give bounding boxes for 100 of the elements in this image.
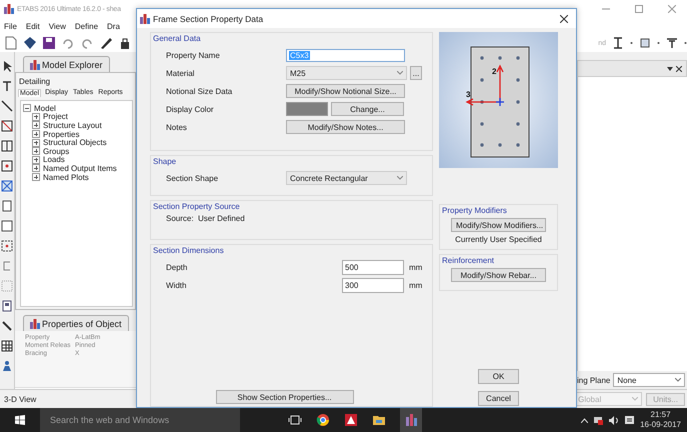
modifiers-status: Currently User Specified [455,235,542,244]
expand-icon[interactable] [32,112,40,121]
panel-tab[interactable]: Properties of Object [23,315,129,331]
dimension-field[interactable]: 500 [342,260,404,274]
tree-item[interactable]: Model [34,104,56,113]
menu-item[interactable]: File [4,22,17,30]
panel-tab[interactable]: Model Explorer [23,56,110,72]
dotted-square-icon[interactable] [1,240,13,252]
menu-item[interactable]: Edit [26,22,40,30]
square-icon[interactable] [1,220,13,232]
panel-icon[interactable] [1,300,13,312]
speaker-icon[interactable] [609,416,620,424]
app-logo-icon [30,60,40,70]
unit-label: mm [409,262,422,272]
i-beam-icon[interactable] [611,36,625,50]
network-icon[interactable] [594,416,604,424]
section-shape-dropdown[interactable]: Concrete Rectangular [286,171,407,185]
line-icon[interactable] [1,100,13,112]
triangle-app-icon[interactable] [344,413,358,427]
notification-icon[interactable] [625,416,634,424]
tree-item[interactable]: Properties [43,130,80,139]
group-title: Reinforcement [442,256,494,265]
expand-icon[interactable] [32,121,40,130]
browse-button[interactable]: ... [410,66,422,80]
source-text: Source: User Defined [165,214,246,225]
pencil-icon[interactable] [99,36,113,50]
grid-icon[interactable] [1,340,13,352]
menu-item[interactable]: Define [74,22,98,30]
tree-item[interactable]: Structural Objects [43,138,107,148]
square-icon[interactable] [638,36,652,50]
change-button[interactable]: Change... [331,102,404,116]
save-icon[interactable] [42,36,56,50]
expand-icon[interactable] [32,130,40,138]
menu-item[interactable]: View [48,22,66,30]
frame-icon[interactable] [1,140,13,152]
field-label: Width [165,280,188,290]
tree-item[interactable]: Groups [43,146,70,156]
diagonal-line-icon[interactable] [1,320,13,332]
axis-label: 2 [492,67,496,76]
folder-icon[interactable] [372,413,386,427]
expand-icon[interactable] [32,147,40,156]
section-label: Detailing [18,76,52,88]
field-label: Section Shape [165,174,220,182]
app-logo-icon [4,4,14,14]
group-title: General Data [153,34,201,43]
field-label: Property Name [165,50,221,60]
modify-rebar-button[interactable]: Modify/Show Rebar... [451,268,546,282]
chevron-up-icon[interactable] [581,418,588,422]
person-icon[interactable] [1,360,13,372]
view-label: 3-D View [4,394,36,404]
group-title: Property Modifiers [442,206,507,215]
ok-button[interactable]: OK [478,369,519,384]
modify-button[interactable]: Modify/Show Notional Size... [286,84,405,98]
browser-icon[interactable] [316,413,330,427]
dialog-title: Frame Section Property Data [153,14,264,24]
close-icon[interactable] [676,66,682,72]
unit-label: mm [409,280,422,290]
field-label: Notes [165,122,188,132]
app-logo-icon [30,318,40,328]
expand-icon[interactable] [32,164,40,172]
diagonal-frame-icon[interactable] [1,120,13,132]
bracket-icon[interactable] [1,260,13,272]
cancel-button[interactable]: Cancel [478,391,519,406]
modify-modifiers-button[interactable]: Modify/Show Modifiers... [451,218,546,232]
caret-down-icon[interactable] [667,66,673,72]
field-label: Notional Size Data [165,86,234,96]
show-section-properties-button[interactable]: Show Section Properties... [216,390,354,404]
material-dropdown[interactable]: M25 [286,66,407,80]
field-label: Depth [165,262,188,272]
plane-dropdown[interactable]: None [613,373,685,387]
field-label: Material [165,68,196,78]
tree-item[interactable]: Structure Layout [43,120,102,130]
chevron-down-icon [397,176,403,180]
tree-item[interactable]: Named Output Items [43,164,117,173]
windows-logo-icon [15,415,25,425]
search-field[interactable]: Search the web and Windows [40,408,240,432]
clock[interactable]: 21:57 16-09-2017 [640,410,681,430]
group-title: Section Property Source [153,202,240,211]
x-brace-icon[interactable] [1,180,13,192]
tree-item[interactable]: Loads [43,155,65,164]
plane-label: ing Plane [577,376,610,384]
new-file-icon[interactable] [4,36,18,50]
expand-icon[interactable] [32,138,40,147]
pointer-icon[interactable] [1,60,13,72]
tree-item[interactable]: Project [43,112,68,122]
modify-button[interactable]: Modify/Show Notes... [286,120,405,134]
tree-item[interactable]: Named Plots [43,172,89,182]
dotted-frame-icon[interactable] [1,280,13,292]
chevron-down-icon [675,378,681,382]
dimension-field[interactable]: 300 [342,278,404,292]
collapse-icon[interactable] [23,104,31,112]
menu-item[interactable]: Dra [107,22,120,30]
maximize-icon [635,5,643,13]
axis-label: 3 [466,90,470,99]
expand-icon[interactable] [32,173,40,182]
app-logo-icon[interactable] [404,413,418,427]
task-view-icon[interactable] [288,413,302,427]
expand-icon[interactable] [32,156,40,164]
page-icon[interactable] [1,200,13,212]
lock-icon[interactable] [118,36,132,50]
